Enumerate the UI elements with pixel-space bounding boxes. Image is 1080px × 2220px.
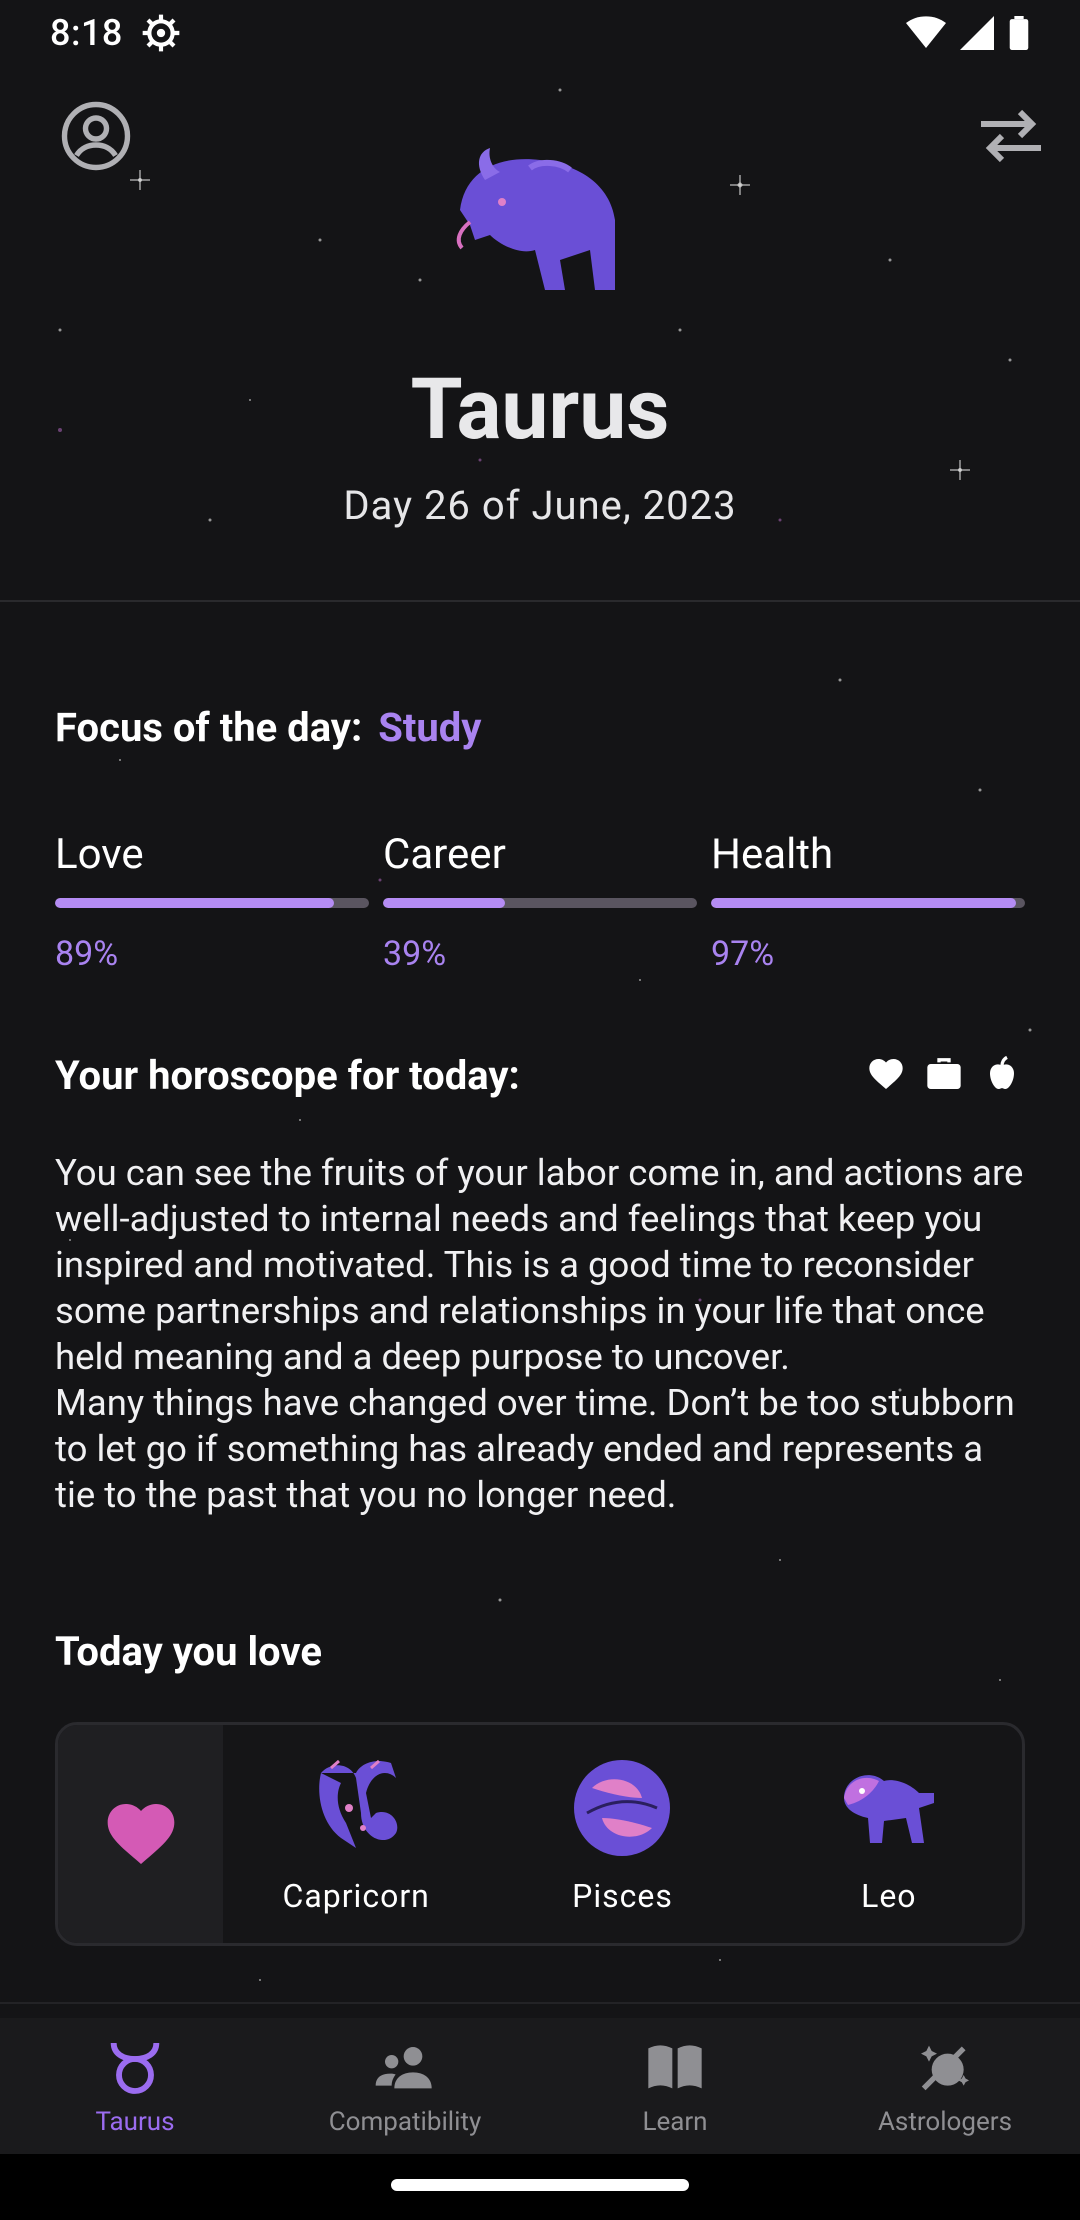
pisces-icon: [574, 1760, 671, 1856]
love-heart-cell: [58, 1725, 223, 1943]
focus-label: Focus of the day:: [55, 704, 363, 751]
progress-bar: [711, 898, 1025, 908]
bottom-divider: [0, 2002, 1080, 2004]
today-you-love-title: Today you love: [55, 1628, 322, 1675]
home-gesture-bar[interactable]: [391, 2179, 689, 2191]
love-sign-pisces[interactable]: Pisces: [489, 1725, 755, 1943]
sign-date: Day 26 of June, 2023: [343, 482, 737, 529]
nav-label: Learn: [642, 2107, 708, 2137]
nav-taurus[interactable]: Taurus: [0, 2018, 270, 2154]
horoscope-paragraph: You can see the fruits of your labor com…: [55, 1151, 1024, 1378]
stat-percent: 97%: [711, 934, 775, 974]
wifi-icon: [906, 16, 946, 48]
stat-health: Health 97%: [711, 830, 1025, 974]
people-icon: [375, 2047, 432, 2089]
header-divider: [0, 600, 1080, 602]
swap-sign-icon[interactable]: [975, 106, 1047, 166]
nav-astrologers[interactable]: Astrologers: [810, 2018, 1080, 2154]
horoscope-text: You can see the fruits of your labor com…: [55, 1150, 1025, 1518]
battery-icon: [1009, 16, 1029, 50]
love-sign-leo[interactable]: Leo: [756, 1725, 1022, 1943]
focus-value: Study: [378, 704, 482, 751]
book-icon: [648, 2045, 702, 2089]
focus-of-day: Focus of the day: Study: [55, 704, 481, 751]
capricorn-icon: [319, 1759, 398, 1848]
stat-career: Career 39%: [383, 830, 697, 974]
astrologer-icon: [921, 2045, 969, 2091]
stat-love: Love 89%: [55, 830, 369, 974]
nav-learn[interactable]: Learn: [540, 2018, 810, 2154]
love-compatibility-card: Capricorn Pisces Leo: [55, 1722, 1025, 1946]
progress-bar: [383, 898, 697, 908]
horoscope-category-icons: [866, 1054, 1022, 1094]
leo-icon: [843, 1775, 934, 1843]
love-sign-capricorn[interactable]: Capricorn: [223, 1725, 489, 1943]
nav-compatibility[interactable]: Compatibility: [270, 2018, 540, 2154]
nav-label: Compatibility: [328, 2107, 482, 2137]
settings-gear-icon: [142, 14, 180, 52]
taurus-icon: [110, 2042, 160, 2094]
progress-fill: [55, 898, 335, 908]
status-icons: [906, 16, 1030, 50]
bottom-navigation: Taurus Compatibility Learn Astrologers: [0, 2018, 1080, 2154]
stat-label: Health: [711, 830, 834, 879]
stat-label: Love: [55, 830, 144, 879]
nav-label: Taurus: [95, 2107, 175, 2137]
stat-percent: 89%: [55, 934, 119, 974]
status-time: 8:18: [50, 12, 123, 54]
apple-icon[interactable]: [982, 1054, 1022, 1094]
nav-label: Astrologers: [877, 2107, 1013, 2137]
progress-fill: [711, 898, 1016, 908]
stat-percent: 39%: [383, 934, 447, 974]
heart-icon[interactable]: [866, 1054, 906, 1094]
status-bar: 8:18: [0, 0, 1080, 66]
progress-fill: [383, 898, 506, 908]
horoscope-paragraph: Many things have changed over time. Don’…: [55, 1381, 1015, 1516]
love-sign-name: Pisces: [572, 1877, 673, 1915]
heart-icon: [107, 1804, 174, 1864]
progress-bar: [55, 898, 369, 908]
briefcase-icon[interactable]: [924, 1054, 964, 1094]
love-sign-name: Leo: [861, 1877, 917, 1915]
horoscope-title: Your horoscope for today:: [55, 1052, 520, 1099]
taurus-bull-illustration: [456, 148, 615, 290]
love-sign-name: Capricorn: [282, 1877, 430, 1915]
daily-stats: Love 89% Career 39% Health 97%: [55, 830, 1025, 974]
profile-icon[interactable]: [60, 100, 132, 172]
sign-title: Taurus: [410, 360, 670, 459]
signal-icon: [960, 16, 994, 50]
stat-label: Career: [383, 830, 506, 879]
starfield-background: [58, 88, 1032, 1981]
